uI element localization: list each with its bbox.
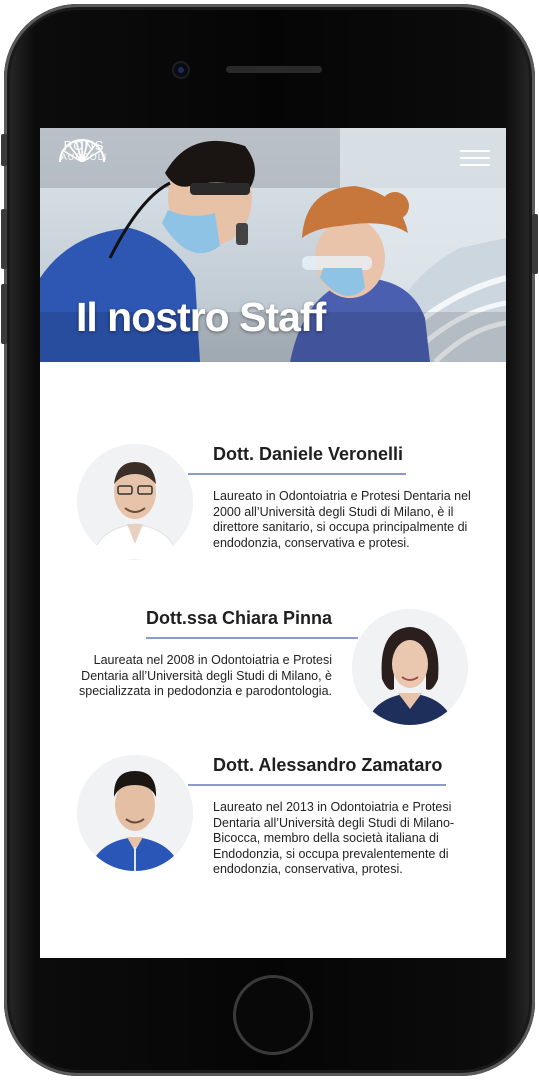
staff-photo-veronelli bbox=[77, 444, 193, 560]
name-divider bbox=[146, 637, 358, 639]
staff-name: Dott. Alessandro Zamataro bbox=[213, 755, 443, 775]
screen: PONS AUREOLI Il nostro Staff Dott. Danie… bbox=[40, 128, 506, 958]
sunburst-logo-icon bbox=[59, 139, 105, 162]
hero-banner: PONS AUREOLI Il nostro Staff bbox=[40, 128, 506, 362]
earpiece-speaker bbox=[226, 66, 322, 73]
volume-down-button bbox=[1, 284, 7, 344]
phone-frame: PONS AUREOLI Il nostro Staff Dott. Danie… bbox=[1, 4, 538, 1076]
hamburger-menu-icon[interactable] bbox=[460, 150, 490, 168]
staff-photo-pinna bbox=[352, 609, 468, 725]
staff-name: Dott.ssa Chiara Pinna bbox=[145, 608, 332, 628]
staff-photo-zamataro bbox=[77, 755, 193, 871]
staff-bio: Laureato nel 2013 in Odontoiatria e Prot… bbox=[213, 800, 455, 876]
site-logo[interactable]: PONS AUREOLI bbox=[56, 138, 112, 186]
home-button[interactable] bbox=[236, 978, 310, 1052]
staff-bio: Laureato in Odontoiatria e Protesi Denta… bbox=[213, 489, 471, 550]
name-divider bbox=[188, 784, 446, 786]
name-divider bbox=[188, 473, 406, 475]
power-button bbox=[532, 214, 538, 274]
page-title: Il nostro Staff bbox=[76, 294, 326, 340]
front-camera bbox=[174, 63, 188, 77]
volume-up-button bbox=[1, 209, 7, 269]
mute-switch bbox=[1, 134, 7, 166]
staff-name: Dott. Daniele Veronelli bbox=[213, 444, 404, 464]
staff-bio: Laureata nel 2008 in Odontoiatria e Prot… bbox=[79, 653, 332, 698]
